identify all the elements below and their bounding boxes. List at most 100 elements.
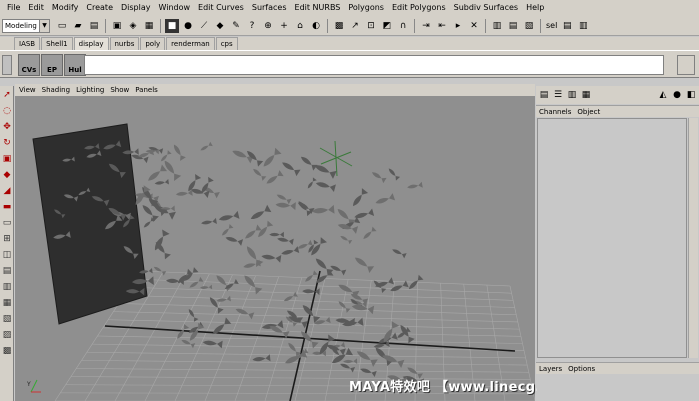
open-scene-icon[interactable]: ▰ [71, 19, 85, 33]
persp-layout-icon[interactable]: ▨ [1, 328, 13, 342]
tab-options[interactable]: Options [568, 365, 595, 373]
channel-box-scrollbar[interactable] [688, 118, 698, 358]
layer-tabs: Layers Options [536, 362, 699, 374]
new-scene-icon[interactable]: ▭ [55, 19, 69, 33]
mask-misc-icon[interactable]: + [277, 19, 291, 33]
tab-nurbs[interactable]: nurbs [109, 37, 140, 50]
custom-layout-icon[interactable]: ▩ [1, 344, 13, 358]
menu-polygons[interactable]: Polygons [344, 0, 388, 16]
menu-modify[interactable]: Modify [48, 0, 83, 16]
menu-file[interactable]: File [3, 0, 24, 16]
input-ops-icon[interactable]: ⇥ [419, 19, 433, 33]
output-ops-icon[interactable]: ⇤ [435, 19, 449, 33]
shelf-button-ep[interactable]: EP [41, 54, 63, 76]
move-tool-icon[interactable]: ✥ [1, 120, 13, 134]
snap-live-icon[interactable]: ∩ [396, 19, 410, 33]
tab-display[interactable]: display [73, 37, 109, 50]
fish [302, 288, 320, 296]
menu-create[interactable]: Create [82, 0, 117, 16]
panel-menu-show[interactable]: Show [110, 86, 135, 94]
soft-mod-tool-icon[interactable]: ◢ [1, 184, 13, 198]
menu-subdiv-surfaces[interactable]: Subdiv Surfaces [450, 0, 522, 16]
single-view-layout-icon[interactable]: ▭ [1, 216, 13, 230]
hypershade-layout-icon[interactable]: ▦ [1, 296, 13, 310]
perspective-viewport[interactable]: Y [15, 96, 535, 401]
construction-history-icon[interactable]: ▸ [451, 19, 465, 33]
sphere-shading-icon[interactable]: ● [671, 89, 683, 101]
fish [305, 270, 318, 282]
ipr-render-icon[interactable]: ▤ [506, 19, 520, 33]
layer-editor-body [537, 374, 699, 401]
panel-menu-panels[interactable]: Panels [135, 86, 164, 94]
color-layer-icon[interactable]: ◭ [657, 89, 669, 101]
snap-point-icon[interactable]: ⊡ [364, 19, 378, 33]
panel-menu-shading[interactable]: Shading [42, 86, 76, 94]
show-manip-icon[interactable]: ▬ [1, 200, 13, 214]
four-view-layout-icon[interactable]: ⊞ [1, 232, 13, 246]
menu-window[interactable]: Window [155, 0, 195, 16]
tab-poly[interactable]: poly [140, 37, 166, 50]
outliner-layout-icon[interactable]: ▤ [1, 264, 13, 278]
fish [354, 257, 375, 274]
history-toggle-icon[interactable]: ✕ [467, 19, 481, 33]
tab-cps[interactable]: cps [215, 37, 238, 50]
fish [235, 308, 255, 320]
menu-edit-polygons[interactable]: Edit Polygons [388, 0, 450, 16]
tab-object[interactable]: Object [577, 108, 600, 116]
menu-display[interactable]: Display [117, 0, 155, 16]
panel-menu-lighting[interactable]: Lighting [76, 86, 110, 94]
snap-curve-icon[interactable]: ↗ [348, 19, 362, 33]
select-component-icon[interactable]: ▦ [142, 19, 156, 33]
save-scene-icon[interactable]: ▤ [87, 19, 101, 33]
shelf-button-hul[interactable]: Hul [64, 54, 86, 76]
mask-surface-icon[interactable]: ◆ [213, 19, 227, 33]
layer-editor-icon[interactable]: ☰ [552, 89, 564, 101]
menu-edit-nurbs[interactable]: Edit NURBS [291, 0, 345, 16]
render-layout-icon[interactable]: ▧ [1, 312, 13, 326]
snap-grid-icon[interactable]: ▩ [332, 19, 346, 33]
mask-curve-icon[interactable]: ⟋ [197, 19, 211, 33]
attribute-editor-icon[interactable]: ▥ [576, 19, 590, 33]
fish [307, 177, 317, 189]
channel-box-toggle-icon[interactable]: ▤ [560, 19, 574, 33]
mask-handle-icon[interactable]: ■ [165, 18, 179, 33]
layer-view-icon[interactable]: ◧ [685, 89, 697, 101]
select-tool-icon[interactable]: ➚ [1, 88, 13, 102]
mask-joint-icon[interactable]: ● [181, 19, 195, 33]
mode-selector[interactable]: Modeling ▼ [2, 18, 50, 33]
rotate-tool-icon[interactable]: ↻ [1, 136, 13, 150]
mask-lock-icon[interactable]: ⌂ [293, 19, 307, 33]
manipulator-tool-icon[interactable]: ◆ [1, 168, 13, 182]
snap-view-icon[interactable]: ◩ [380, 19, 394, 33]
shelf-scroll[interactable] [677, 55, 695, 75]
scale-tool-icon[interactable]: ▣ [1, 152, 13, 166]
shelf-button-cvs[interactable]: CVs [18, 54, 40, 76]
channel-box-icon[interactable]: ▤ [538, 89, 550, 101]
shelf-handle[interactable] [2, 55, 12, 75]
fish [261, 254, 282, 263]
attribute-list-icon[interactable]: ▥ [566, 89, 578, 101]
fish [277, 237, 294, 245]
lasso-tool-icon[interactable]: ◌ [1, 104, 13, 118]
two-view-layout-icon[interactable]: ◫ [1, 248, 13, 262]
mask-dynamics-icon[interactable]: ? [245, 19, 259, 33]
graph-layout-icon[interactable]: ▥ [1, 280, 13, 294]
select-hierarchy-icon[interactable]: ▣ [110, 19, 124, 33]
tab-iasb[interactable]: IASB [14, 37, 41, 50]
mask-render-icon[interactable]: ⊕ [261, 19, 275, 33]
tab-channels[interactable]: Channels [539, 108, 571, 116]
menu-edit[interactable]: Edit [24, 0, 48, 16]
menu-help[interactable]: Help [522, 0, 548, 16]
tab-shell1[interactable]: Shell1 [41, 37, 73, 50]
select-object-icon[interactable]: ◈ [126, 19, 140, 33]
tab-renderman[interactable]: renderman [166, 37, 215, 50]
render-frame-icon[interactable]: ▥ [490, 19, 504, 33]
render-globals-icon[interactable]: ▧ [522, 19, 536, 33]
panel-menu-view[interactable]: View [19, 86, 42, 94]
tab-layers[interactable]: Layers [539, 365, 562, 373]
tool-settings-icon[interactable]: ▦ [580, 89, 592, 101]
menu-surfaces[interactable]: Surfaces [248, 0, 291, 16]
mask-deform-icon[interactable]: ✎ [229, 19, 243, 33]
menu-edit-curves[interactable]: Edit Curves [194, 0, 248, 16]
mask-marker-icon[interactable]: ◐ [309, 19, 323, 33]
